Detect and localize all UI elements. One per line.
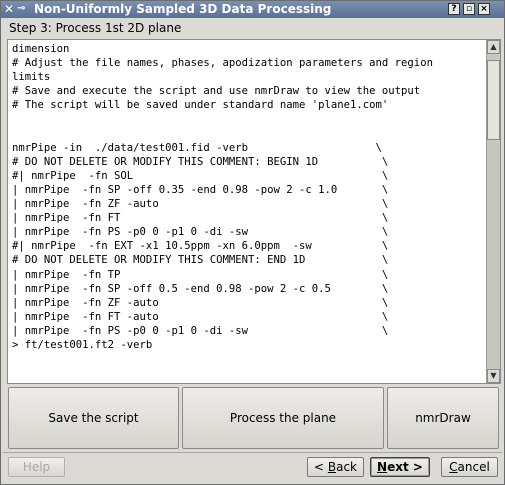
script-line: | nmrPipe -fn ZF -auto \ [12, 198, 389, 211]
save-script-button[interactable]: Save the script [8, 387, 179, 449]
next-mnemonic: N [377, 460, 388, 474]
script-line: # The script will be saved under standar… [12, 99, 389, 112]
script-line [12, 127, 482, 141]
script-line: #| nmrPipe -fn EXT -x1 10.5ppm -xn 6.0pp… [12, 240, 389, 253]
script-line: # Save and execute the script and use nm… [12, 85, 421, 98]
divider [3, 452, 502, 453]
script-line: # Adjust the file names, phases, apodiza… [12, 57, 433, 70]
cancel-rest: ancel [457, 460, 490, 474]
script-line: | nmrPipe -fn FT \ [12, 212, 389, 225]
back-button[interactable]: < Back [307, 457, 364, 477]
minimize-icon[interactable]: ▫ [463, 3, 475, 15]
back-rest: ack [336, 460, 357, 474]
script-line: | nmrPipe -fn TP \ [12, 268, 389, 281]
scrollbar-thumb[interactable] [487, 60, 500, 140]
back-mnemonic: B [327, 460, 337, 474]
step-title: Step 3: Process 1st 2D plane [9, 21, 182, 35]
help-icon[interactable]: ? [448, 3, 460, 15]
script-line: > ft/test001.ft2 -verb [12, 338, 153, 351]
script-line: nmrPipe -in ./data/test001.fid -verb \ [12, 141, 382, 154]
pin-icon[interactable]: ⊸ [17, 1, 31, 17]
cancel-mnemonic: C [449, 460, 458, 474]
script-line: # DO NOT DELETE OR MODIFY THIS COMMENT: … [12, 155, 389, 168]
close-x-icon[interactable]: ✕ [4, 1, 16, 17]
window-title: Non-Uniformly Sampled 3D Data Processing [34, 2, 332, 16]
help-button[interactable]: Help [8, 457, 65, 477]
close-icon[interactable]: × [478, 3, 490, 15]
script-line: #| nmrPipe -fn SOL \ [12, 169, 389, 182]
arrow-down-icon[interactable]: ▼ [487, 369, 500, 383]
script-text-area[interactable]: dimension # Adjust the file names, phases… [7, 39, 501, 384]
back-prefix: < [313, 460, 328, 474]
cancel-button[interactable]: Cancel [441, 457, 498, 477]
script-line: limits [12, 71, 51, 84]
nmrdraw-button[interactable]: nmrDraw [387, 387, 499, 449]
script-line: | nmrPipe -fn FT -auto \ [12, 310, 389, 323]
next-button[interactable]: Next > [370, 457, 430, 477]
script-line: | nmrPipe -fn PS -p0 0 -p1 0 -di -sw \ [12, 226, 389, 239]
script-line: | nmrPipe -fn SP -off 0.5 -end 0.98 -pow… [12, 282, 389, 295]
script-line [12, 112, 482, 126]
vertical-scrollbar[interactable]: ▲ ▼ [486, 40, 500, 383]
script-line: | nmrPipe -fn SP -off 0.35 -end 0.98 -po… [12, 183, 389, 196]
script-line: | nmrPipe -fn PS -p0 0 -p1 0 -di -sw \ [12, 324, 389, 337]
process-plane-button[interactable]: Process the plane [182, 387, 384, 449]
script-line: | nmrPipe -fn ZF -auto \ [12, 296, 389, 309]
script-line: dimension [12, 43, 70, 55]
dialog-window: ✕ ⊸ Non-Uniformly Sampled 3D Data Proces… [0, 0, 505, 485]
next-rest: ext > [387, 460, 423, 474]
script-line: # DO NOT DELETE OR MODIFY THIS COMMENT: … [12, 254, 389, 267]
title-bar[interactable]: ✕ ⊸ Non-Uniformly Sampled 3D Data Proces… [1, 1, 504, 18]
script-editor[interactable]: dimension # Adjust the file names, phases… [12, 42, 482, 382]
arrow-up-icon[interactable]: ▲ [487, 40, 500, 54]
